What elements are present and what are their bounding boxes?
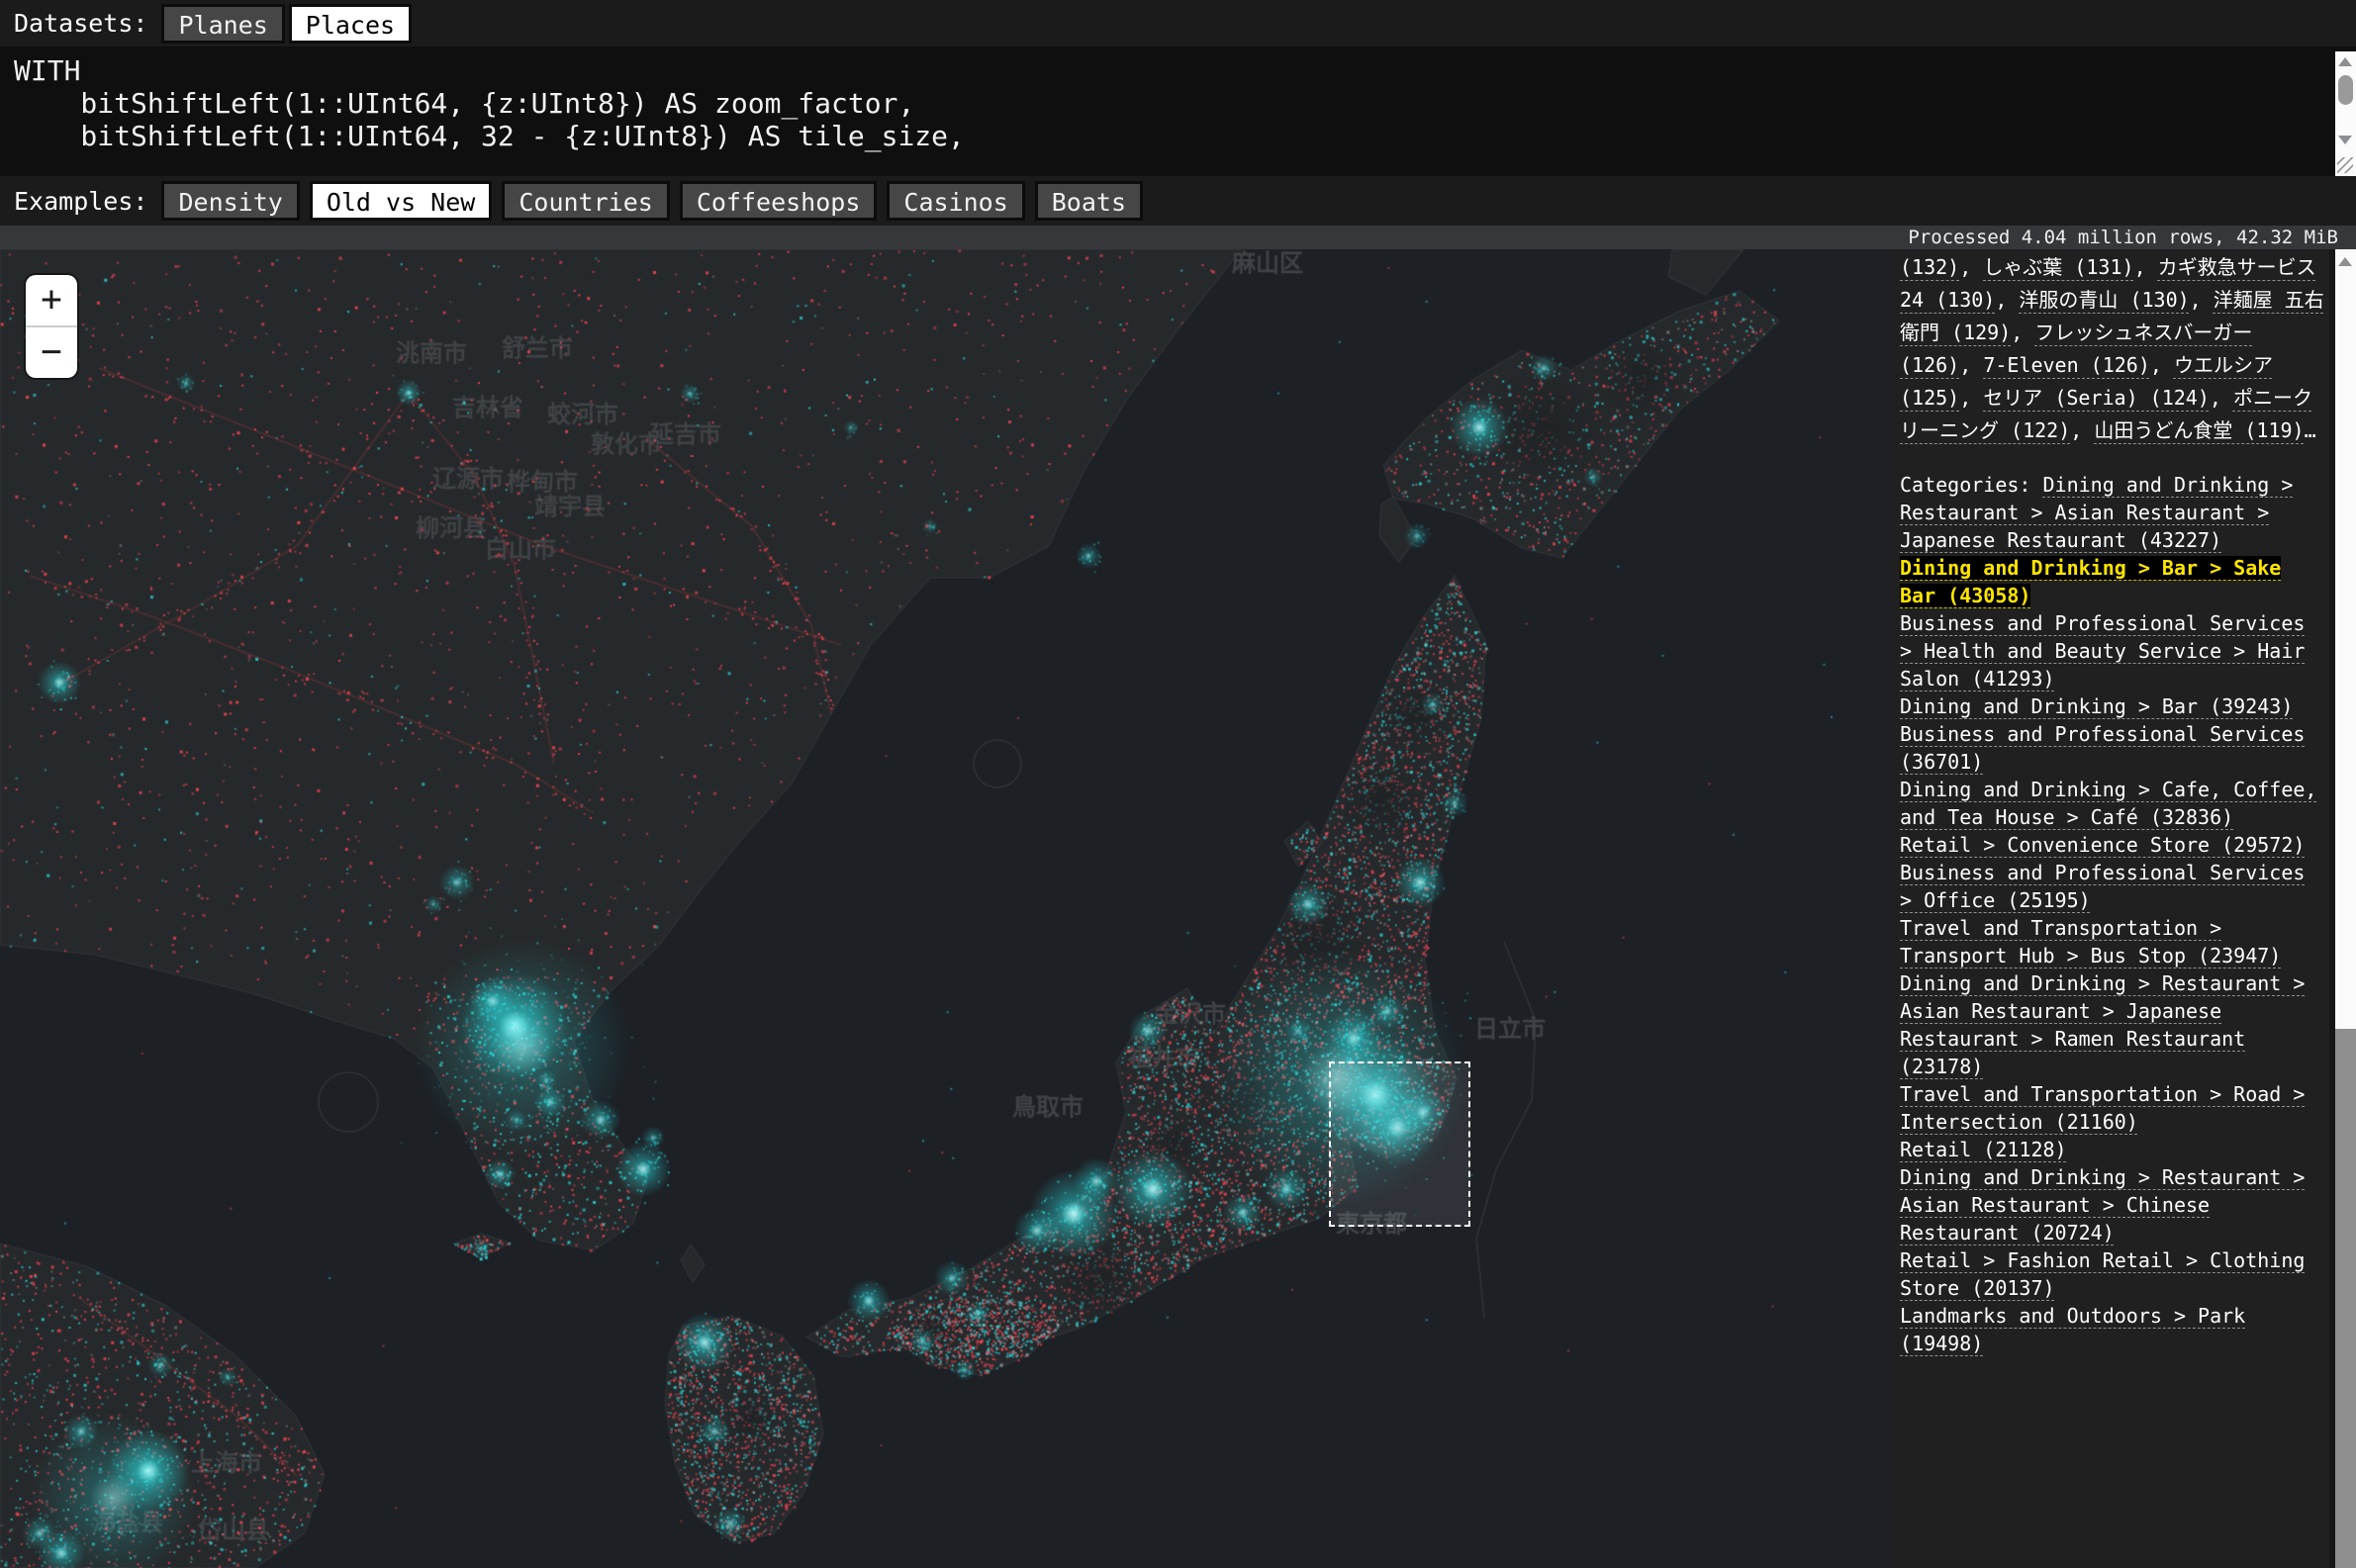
brand-separator: , bbox=[2134, 255, 2158, 279]
example-button-casinos[interactable]: Casinos bbox=[887, 181, 1024, 221]
map-zoom-control: + − bbox=[26, 275, 77, 378]
brand-separator: , bbox=[2150, 353, 2174, 377]
category-link[interactable]: Dining and Drinking > Cafe, Coffee, and … bbox=[1900, 778, 2316, 829]
brand-link[interactable]: 山田うどん食堂 (119) bbox=[2094, 418, 2304, 442]
zoom-out-button[interactable]: − bbox=[26, 327, 77, 378]
example-button-coffeeshops[interactable]: Coffeeshops bbox=[680, 181, 878, 221]
brand-separator: , bbox=[1959, 386, 1983, 410]
brand-separator: , bbox=[2011, 321, 2034, 344]
brand-separator: , bbox=[2070, 418, 2094, 442]
datasets-button-group: PlanesPlaces bbox=[161, 4, 412, 44]
example-button-old-vs-new[interactable]: Old vs New bbox=[310, 181, 493, 221]
example-button-countries[interactable]: Countries bbox=[502, 181, 669, 221]
top-brands-list: (132), しゃぶ葉 (131), カギ救急サービス24 (130), 洋服の… bbox=[1900, 251, 2325, 447]
map[interactable]: + − bbox=[0, 249, 1890, 1568]
examples-label: Examples: bbox=[14, 187, 147, 216]
dataset-button-planes[interactable]: Planes bbox=[161, 4, 284, 44]
category-link[interactable]: Retail > Fashion Retail > Clothing Store… bbox=[1900, 1248, 2305, 1300]
scroll-down-icon[interactable] bbox=[2338, 136, 2352, 144]
brands-ellipsis: … bbox=[2305, 418, 2316, 442]
brand-separator: , bbox=[1959, 255, 1983, 279]
brand-separator: , bbox=[1959, 353, 1983, 377]
brand-link[interactable]: (132) bbox=[1900, 255, 1959, 279]
page-scrollbar[interactable] bbox=[2335, 249, 2356, 1568]
brand-link[interactable]: 洋服の青山 (130) bbox=[2019, 288, 2189, 312]
category-link[interactable]: Landmarks and Outdoors > Park (19498) bbox=[1900, 1304, 2245, 1355]
page-scrollbar-thumb[interactable] bbox=[2335, 1029, 2356, 1568]
brand-separator: , bbox=[2210, 386, 2233, 410]
category-link[interactable]: Business and Professional Services (3670… bbox=[1900, 722, 2305, 774]
category-link[interactable]: Business and Professional Services > Hea… bbox=[1900, 611, 2305, 691]
brand-separator: , bbox=[2190, 288, 2214, 312]
category-link[interactable]: Dining and Drinking > Restaurant > Asian… bbox=[1900, 1165, 2305, 1245]
results-sidebar: (132), しゃぶ葉 (131), カギ救急サービス24 (130), 洋服の… bbox=[1890, 249, 2335, 1568]
sql-scrollbar-thumb[interactable] bbox=[2338, 75, 2353, 105]
query-status-text: Processed 4.04 million rows, 42.32 MiB bbox=[0, 226, 2356, 249]
sql-code-text[interactable]: WITH bitShiftLeft(1::UInt64, {z:UInt8}) … bbox=[0, 46, 2356, 152]
sql-editor-scrollbar[interactable] bbox=[2335, 51, 2356, 150]
category-link-highlighted[interactable]: Dining and Drinking > Bar > Sake Bar (43… bbox=[1900, 556, 2281, 607]
category-link[interactable]: Retail (21128) bbox=[1900, 1138, 2067, 1161]
map-canvas[interactable] bbox=[0, 249, 1890, 1568]
brand-link[interactable]: セリア (Seria) (124) bbox=[1983, 386, 2210, 410]
brand-separator: , bbox=[1995, 288, 2019, 312]
category-link[interactable]: Dining and Drinking > Bar (39243) bbox=[1900, 694, 2293, 718]
datasets-label: Datasets: bbox=[14, 9, 147, 38]
brand-link[interactable]: 7-Eleven (126) bbox=[1983, 353, 2150, 377]
category-link[interactable]: Business and Professional Services > Off… bbox=[1900, 861, 2305, 912]
category-link[interactable]: Retail > Convenience Store (29572) bbox=[1900, 833, 2305, 857]
examples-toolbar: Examples: Density Old vs NewCountries Coff… bbox=[0, 176, 2356, 226]
scroll-up-icon[interactable] bbox=[2338, 57, 2352, 66]
categories-label: Categories: bbox=[1900, 473, 2043, 497]
map-selection-rectangle[interactable] bbox=[1329, 1061, 1470, 1227]
category-link[interactable]: Travel and Transportation > Transport Hu… bbox=[1900, 916, 2281, 968]
sql-editor[interactable]: WITH bitShiftLeft(1::UInt64, {z:UInt8}) … bbox=[0, 46, 2356, 176]
example-button-boats[interactable]: Boats bbox=[1035, 181, 1143, 221]
datasets-toolbar: Datasets: PlanesPlaces bbox=[0, 0, 2356, 46]
brand-link[interactable]: しゃぶ葉 (131) bbox=[1983, 255, 2133, 279]
scroll-up-icon[interactable] bbox=[2338, 257, 2352, 266]
category-link[interactable]: Travel and Transportation > Road > Inter… bbox=[1900, 1082, 2305, 1134]
examples-button-group: Density Old vs NewCountries CoffeeshopsCas… bbox=[161, 181, 1143, 221]
example-button-density[interactable]: Density bbox=[161, 181, 299, 221]
textarea-resize-grip-icon[interactable] bbox=[2335, 150, 2356, 176]
dataset-button-places[interactable]: Places bbox=[289, 4, 412, 44]
category-link[interactable]: Dining and Drinking > Restaurant > Asian… bbox=[1900, 971, 2305, 1078]
top-categories-list: Categories: Dining and Drinking > Restau… bbox=[1900, 471, 2325, 1357]
zoom-in-button[interactable]: + bbox=[26, 275, 77, 327]
